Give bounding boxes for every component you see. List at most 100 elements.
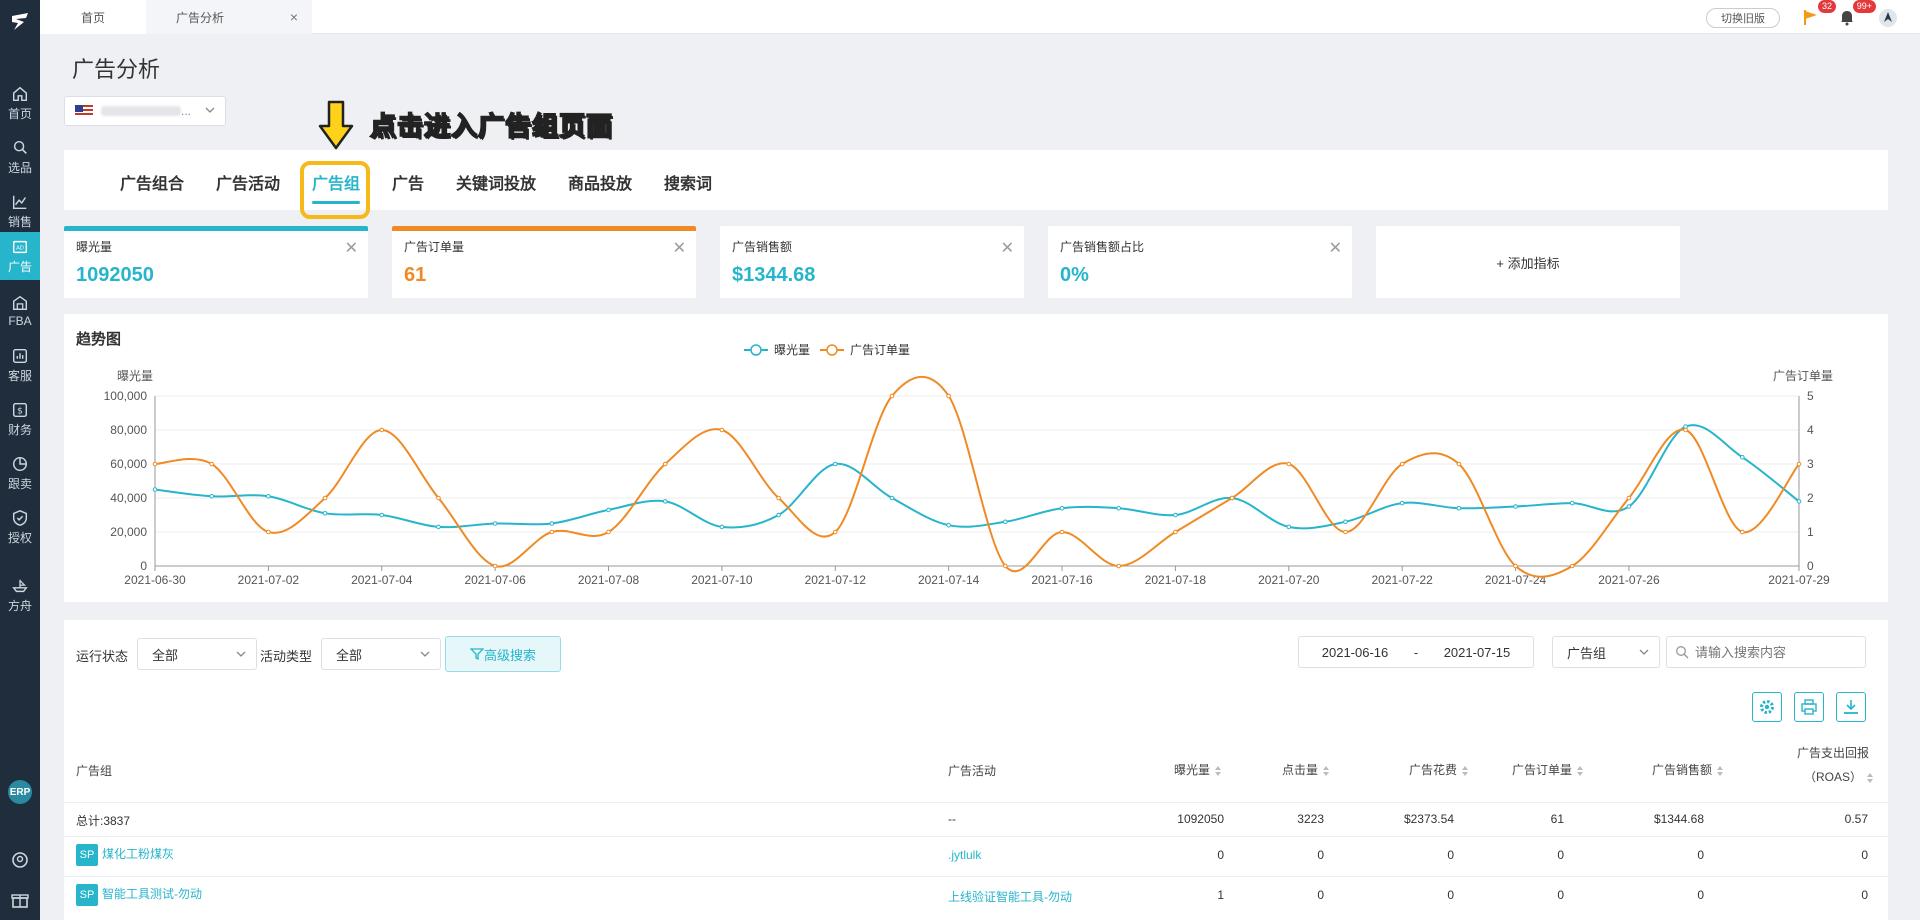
add-metric-button[interactable]: + 添加指标 [1376,226,1680,298]
page-title: 广告分析 [72,57,161,82]
nav-item-selection[interactable]: 选品 [0,132,40,182]
data-point [719,524,725,530]
tab-keyword-targeting[interactable]: 关键词投放 [456,170,536,194]
erp-badge[interactable]: ERP [8,780,32,804]
search-input[interactable] [1695,644,1865,660]
data-point [946,522,951,528]
cell-spend: 0 [1447,888,1454,902]
advanced-search-button[interactable]: 高级搜索 [445,636,561,672]
data-point [1059,529,1065,535]
bell-icon[interactable] [1838,8,1856,26]
print-button[interactable] [1794,692,1824,722]
type-select[interactable]: 全部 [321,638,441,670]
nav-item-service[interactable]: 客服 [0,340,40,390]
date-range-picker[interactable]: 2021-06-16 - 2021-07-15 [1298,636,1534,668]
col-header-roas-sub[interactable]: （ROAS） [1804,768,1874,785]
cell-orders: 0 [1557,888,1564,902]
metric-card-sales[interactable]: 广告销售额 $1344.68 ✕ [720,226,1024,298]
data-point [1059,505,1065,511]
cell-impressions: 0 [1217,848,1224,862]
y-tick-left: 20,000 [110,525,147,539]
store-select[interactable]: ... [64,96,226,126]
metric-label: 曝光量 [76,240,113,254]
switch-old-version-button[interactable]: 切换旧版 [1706,8,1780,28]
settings-button[interactable] [1752,692,1782,722]
close-icon[interactable]: ✕ [345,238,358,258]
close-icon[interactable]: ✕ [1001,238,1014,258]
metric-card-impressions[interactable]: 曝光量 1092050 ✕ [64,226,368,298]
status-select[interactable]: 全部 [137,638,257,670]
data-point [662,461,668,467]
data-point [436,495,441,501]
data-point [1569,500,1575,506]
nav-item-follow[interactable]: 跟卖 [0,448,40,498]
nav-item-ark[interactable]: 方舟 [0,570,40,620]
nav-item-home[interactable]: 首页 [0,78,40,128]
table-row[interactable]: SP 智能工具测试-勿动 [76,884,202,906]
total-label: 总计:3837 [76,814,131,828]
col-header-clicks[interactable]: 点击量 [1282,761,1330,778]
print-icon [1801,699,1817,715]
col-header-sales[interactable]: 广告销售额 [1652,761,1724,778]
data-point [266,494,271,499]
status-filter-label: 运行状态 [76,649,129,664]
col-header-spend[interactable]: 广告花费 [1409,761,1469,778]
logo-icon [12,13,28,30]
tab-home[interactable]: 首页 [40,0,146,34]
x-tick-label: 2021-07-12 [805,573,867,587]
y-tick-left: 0 [140,559,147,573]
campaign-link[interactable]: .jytlulk [948,848,981,862]
row-divider [64,876,1888,877]
table-row[interactable]: SP 煤化工粉煤灰 [76,844,174,866]
nav-item-finance[interactable]: $ 财务 [0,394,40,444]
search-box[interactable] [1666,636,1866,668]
data-point [1003,519,1008,525]
gift-icon[interactable] [10,890,30,910]
col-header-roas[interactable]: 广告支出回报 [1797,744,1869,761]
sort-icon [1215,765,1222,776]
filter-icon [469,648,484,661]
nav-label: 方舟 [7,598,32,613]
campaign-link[interactable]: 上线验证智能工具-勿动 [948,888,1072,905]
data-point [209,461,214,467]
nav-item-fba[interactable]: FBA [0,286,40,336]
flag-icon[interactable] [1802,8,1820,26]
data-point [1116,563,1122,569]
tab-label: 广告分析 [176,10,225,25]
tab-portfolio[interactable]: 广告组合 [120,170,184,194]
ad-group-link[interactable]: 智能工具测试-勿动 [102,887,202,901]
support-icon[interactable] [10,850,30,870]
follow-icon [12,456,28,471]
nav-label: 广告 [7,259,32,274]
col-header-impressions[interactable]: 曝光量 [1174,761,1222,778]
top-tab-bar: 首页 广告分析 × 切换旧版 32 99+ [40,0,1920,34]
download-button[interactable] [1836,692,1866,722]
search-scope-select[interactable]: 广告组 [1552,636,1660,668]
nav-item-ads[interactable]: AD 广告 [0,232,40,280]
tab-ad[interactable]: 广告 [392,170,424,194]
y-tick-left: 100,000 [104,389,148,403]
metric-card-orders[interactable]: 广告订单量 61 ✕ [392,226,696,298]
close-icon[interactable]: ✕ [1329,238,1342,258]
metric-label: 广告订单量 [404,240,465,254]
total-clicks: 3223 [1297,812,1324,826]
close-icon[interactable]: ✕ [673,238,686,258]
data-point [379,512,385,518]
ad-group-link[interactable]: 煤化工粉煤灰 [102,847,174,861]
tab-ad-analysis[interactable]: 广告分析 × [146,0,312,34]
avatar[interactable] [1878,8,1898,28]
tab-search-terms[interactable]: 搜索词 [664,170,712,194]
nav-item-auth[interactable]: 授权 [0,502,40,552]
metric-card-sales-share[interactable]: 广告销售额占比 0% ✕ [1048,226,1352,298]
close-icon[interactable]: × [290,9,298,25]
legend-marker [826,344,838,356]
col-header-campaign: 广告活动 [948,764,997,778]
x-tick-label: 2021-07-04 [351,573,413,587]
tab-product-targeting[interactable]: 商品投放 [568,170,632,194]
data-point [1626,495,1632,501]
nav-item-sales[interactable]: 销售 [0,186,40,236]
notification-count-badge: 32 [1817,0,1836,13]
data-point [606,529,611,535]
tab-campaign[interactable]: 广告活动 [216,170,280,194]
col-header-orders[interactable]: 广告订单量 [1512,761,1584,778]
